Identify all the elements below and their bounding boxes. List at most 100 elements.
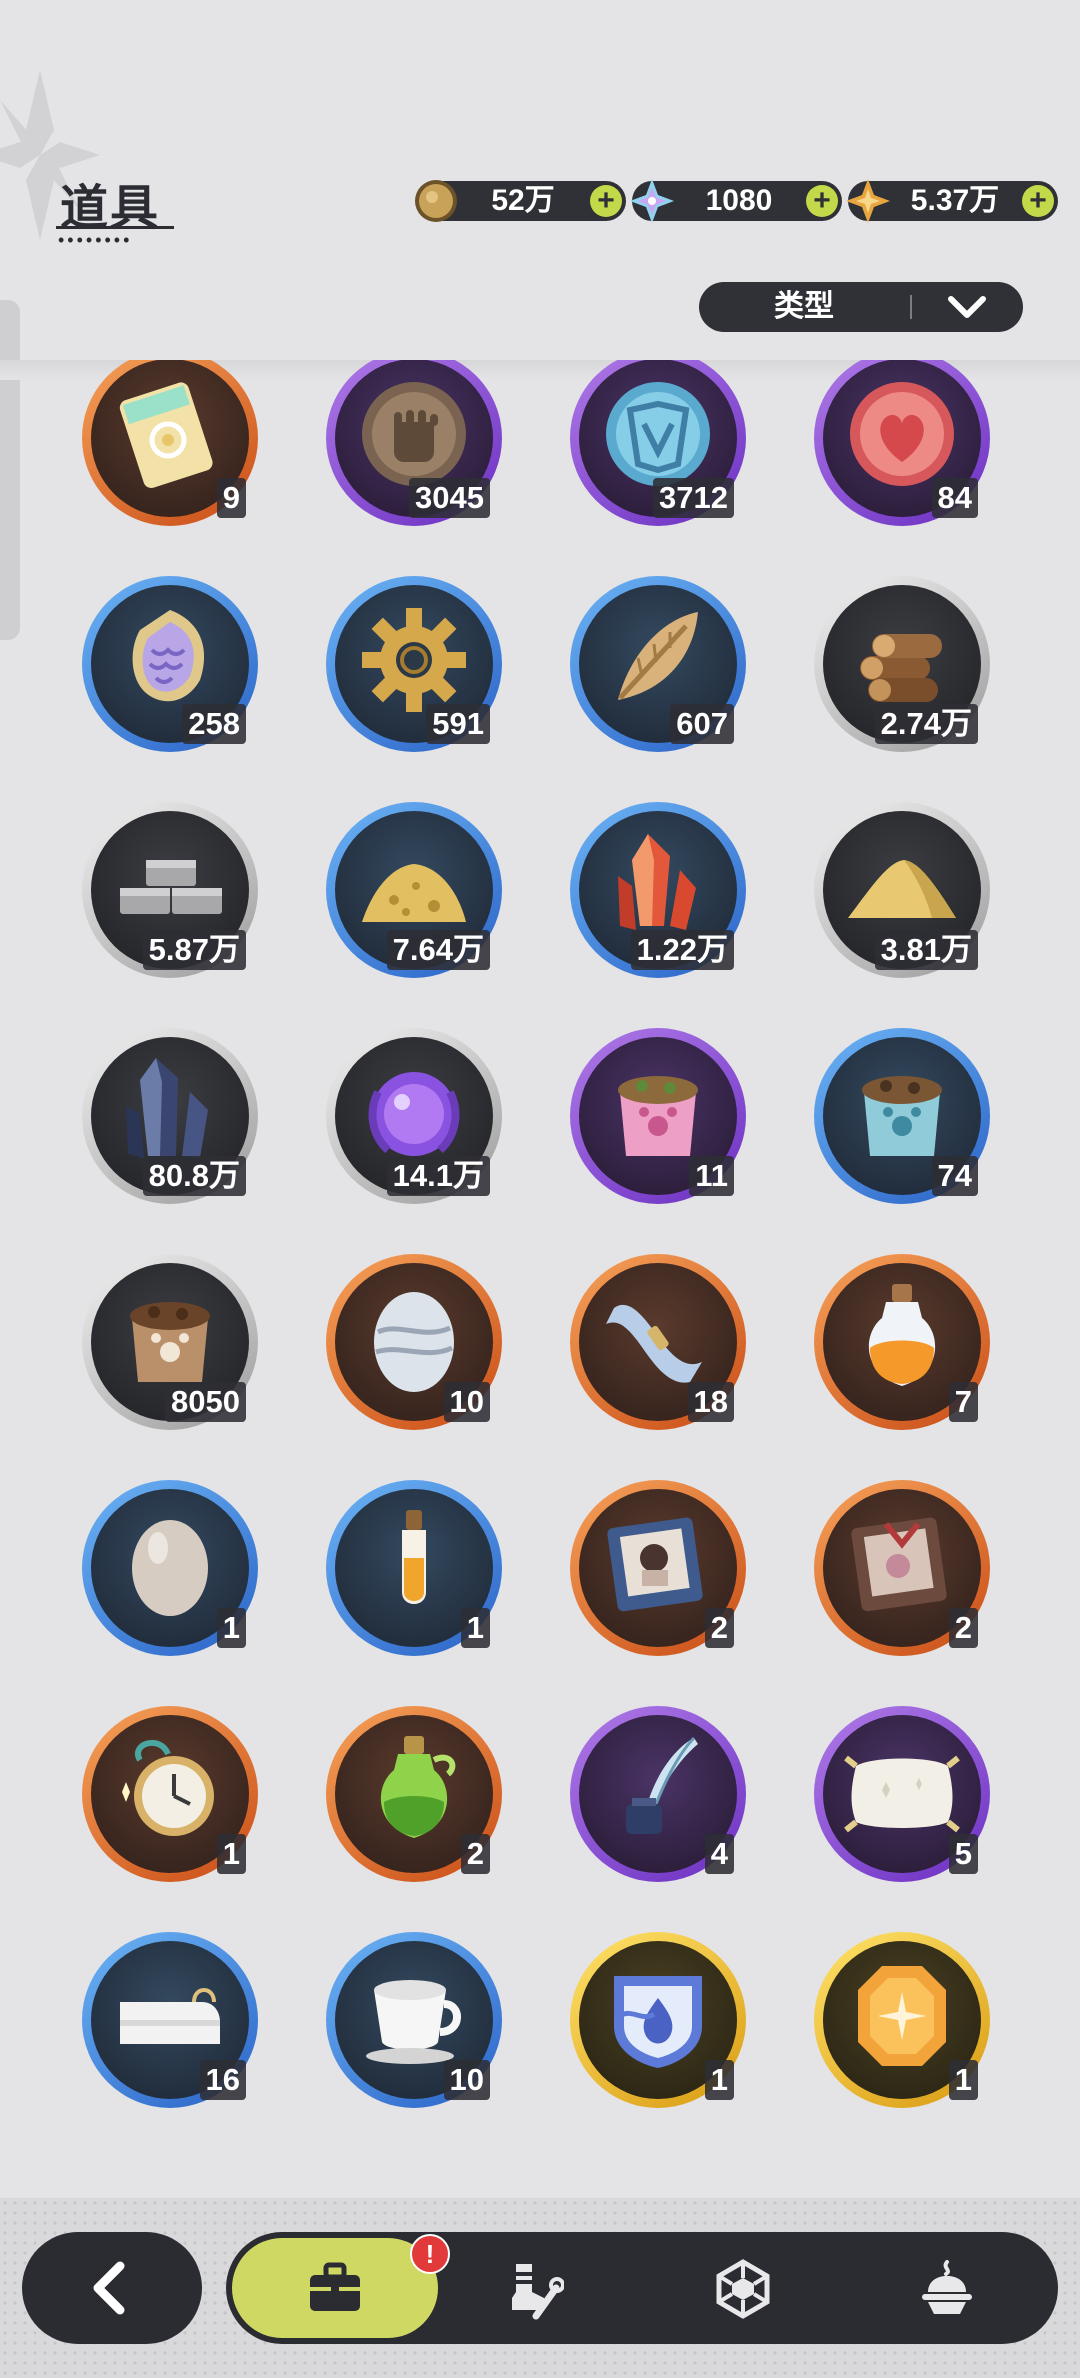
nav-tab-items[interactable]: ! bbox=[232, 2234, 450, 2338]
inventory-item[interactable]: 5 bbox=[814, 1706, 990, 1882]
plain-egg-icon bbox=[132, 1520, 208, 1616]
brown-pet-food-bag-icon bbox=[130, 1302, 210, 1382]
item-count: 14.1万 bbox=[386, 1156, 490, 1196]
gold-leaf-icon bbox=[618, 612, 698, 700]
briefcase-icon bbox=[310, 2262, 360, 2311]
inventory-item[interactable]: 8050 bbox=[82, 1254, 258, 1430]
notification-badge: ! bbox=[410, 2234, 450, 2274]
inventory-item[interactable]: 14.1万 bbox=[326, 1028, 502, 1204]
currency-amount: 1080 bbox=[705, 184, 773, 217]
inventory-item[interactable]: 2 bbox=[814, 1480, 990, 1656]
inventory-item[interactable]: 84 bbox=[814, 360, 990, 526]
item-count: 9 bbox=[216, 478, 246, 518]
pink-pet-food-bag-icon bbox=[618, 1076, 698, 1156]
title-underline bbox=[56, 226, 174, 229]
inventory-item[interactable]: 1 bbox=[814, 1932, 990, 2108]
filter-separator bbox=[910, 295, 912, 319]
inventory-item[interactable]: 2 bbox=[570, 1480, 746, 1656]
inventory-item[interactable]: 4 bbox=[570, 1706, 746, 1882]
inventory-item[interactable]: 11 bbox=[570, 1028, 746, 1204]
boot-wrench-icon[interactable] bbox=[502, 2258, 564, 2320]
item-count: 5.87万 bbox=[142, 930, 246, 970]
currency-star: 5.37万 + bbox=[846, 179, 1058, 223]
currency-amount: 52万 bbox=[491, 184, 555, 217]
inventory-item[interactable]: 10 bbox=[326, 1932, 502, 2108]
add-gold-button[interactable]: + bbox=[590, 185, 622, 217]
inventory-item[interactable]: 1 bbox=[570, 1932, 746, 2108]
item-count: 4 bbox=[704, 1834, 734, 1874]
item-count: 1 bbox=[704, 2060, 734, 2100]
item-count: 1 bbox=[948, 2060, 978, 2100]
heart-coin-icon bbox=[850, 382, 954, 486]
star-shard-icon bbox=[846, 179, 890, 223]
item-count: 2.74万 bbox=[874, 704, 978, 744]
hexagon-gem-icon[interactable] bbox=[712, 2258, 774, 2320]
gold-ore-pile-icon bbox=[362, 864, 466, 922]
fist-coin-icon bbox=[362, 382, 466, 486]
water-badge-icon bbox=[614, 1976, 702, 2068]
cloth-bolt-icon bbox=[606, 1304, 702, 1383]
gear-icon bbox=[362, 608, 466, 712]
item-count: 2 bbox=[704, 1608, 734, 1648]
green-potion-icon bbox=[380, 1736, 456, 1838]
inventory-item[interactable]: 9 bbox=[82, 360, 258, 526]
add-crystal-button[interactable]: + bbox=[806, 185, 838, 217]
inventory-item[interactable]: 3712 bbox=[570, 360, 746, 526]
inventory-item[interactable]: 607 bbox=[570, 576, 746, 752]
item-count: 7 bbox=[948, 1382, 978, 1422]
inventory-item[interactable]: 7 bbox=[814, 1254, 990, 1430]
cream-dessert-icon[interactable] bbox=[916, 2258, 978, 2320]
purple-orb-icon bbox=[368, 1072, 460, 1156]
item-count: 10 bbox=[443, 1382, 490, 1422]
inventory-item[interactable]: 1.22万 bbox=[570, 802, 746, 978]
item-grid: 9 3045 3712 84 258 591 607 2.74万 5.87万 7.64万 1.22万… bbox=[0, 360, 1080, 2198]
inventory-item[interactable]: 591 bbox=[326, 576, 502, 752]
dark-crystal-icon bbox=[126, 1058, 208, 1158]
stone-bricks-icon bbox=[120, 860, 222, 914]
currency-gold: 52万 + bbox=[415, 180, 626, 222]
ribbon-book-icon bbox=[851, 1517, 947, 1612]
inventory-item[interactable]: 1 bbox=[82, 1706, 258, 1882]
pocket-watch-icon bbox=[122, 1740, 214, 1836]
item-count: 7.64万 bbox=[386, 930, 490, 970]
item-count: 80.8万 bbox=[142, 1156, 246, 1196]
add-star-button[interactable]: + bbox=[1022, 185, 1054, 217]
towel-icon bbox=[120, 1988, 220, 2044]
gold-coin-icon bbox=[415, 180, 457, 222]
inventory-item[interactable]: 1 bbox=[82, 1480, 258, 1656]
inventory-item[interactable]: 5.87万 bbox=[82, 802, 258, 978]
inventory-item[interactable]: 18 bbox=[570, 1254, 746, 1430]
bottom-nav: ! bbox=[226, 2232, 1058, 2344]
inventory-item[interactable]: 10 bbox=[326, 1254, 502, 1430]
rainbow-ticket-icon bbox=[119, 382, 213, 489]
wood-logs-icon bbox=[860, 634, 942, 702]
quill-ink-icon bbox=[626, 1736, 698, 1834]
inventory-item[interactable]: 258 bbox=[82, 576, 258, 752]
inventory-item[interactable]: 2 bbox=[326, 1706, 502, 1882]
inventory-item[interactable]: 80.8万 bbox=[82, 1028, 258, 1204]
inventory-item[interactable]: 3045 bbox=[326, 360, 502, 526]
type-filter-dropdown[interactable]: 类型 bbox=[699, 282, 1023, 332]
inventory-item[interactable]: 3.81万 bbox=[814, 802, 990, 978]
item-count: 84 bbox=[931, 478, 978, 518]
back-button[interactable] bbox=[22, 2232, 202, 2344]
amber-vial-icon bbox=[402, 1510, 426, 1604]
scale-shield-icon bbox=[132, 610, 205, 702]
inventory-item[interactable]: 1 bbox=[326, 1480, 502, 1656]
item-count: 1 bbox=[216, 1834, 246, 1874]
chevron-down-icon bbox=[948, 296, 986, 318]
item-count: 8050 bbox=[165, 1382, 246, 1422]
blue-pet-food-bag-icon bbox=[862, 1076, 942, 1156]
marbled-egg-icon bbox=[374, 1292, 454, 1392]
inventory-item[interactable]: 16 bbox=[82, 1932, 258, 2108]
inventory-item[interactable]: 7.64万 bbox=[326, 802, 502, 978]
inventory-item[interactable]: 2.74万 bbox=[814, 576, 990, 752]
currency-crystal: 1080 + bbox=[630, 179, 842, 223]
title-dots: •••••••• bbox=[58, 230, 133, 250]
filter-label: 类型 bbox=[774, 290, 834, 323]
item-count: 16 bbox=[199, 2060, 246, 2100]
amber-gem-icon bbox=[858, 1966, 946, 2066]
inventory-item[interactable]: 74 bbox=[814, 1028, 990, 1204]
crystal-gem-icon bbox=[630, 179, 674, 223]
item-count: 3.81万 bbox=[874, 930, 978, 970]
